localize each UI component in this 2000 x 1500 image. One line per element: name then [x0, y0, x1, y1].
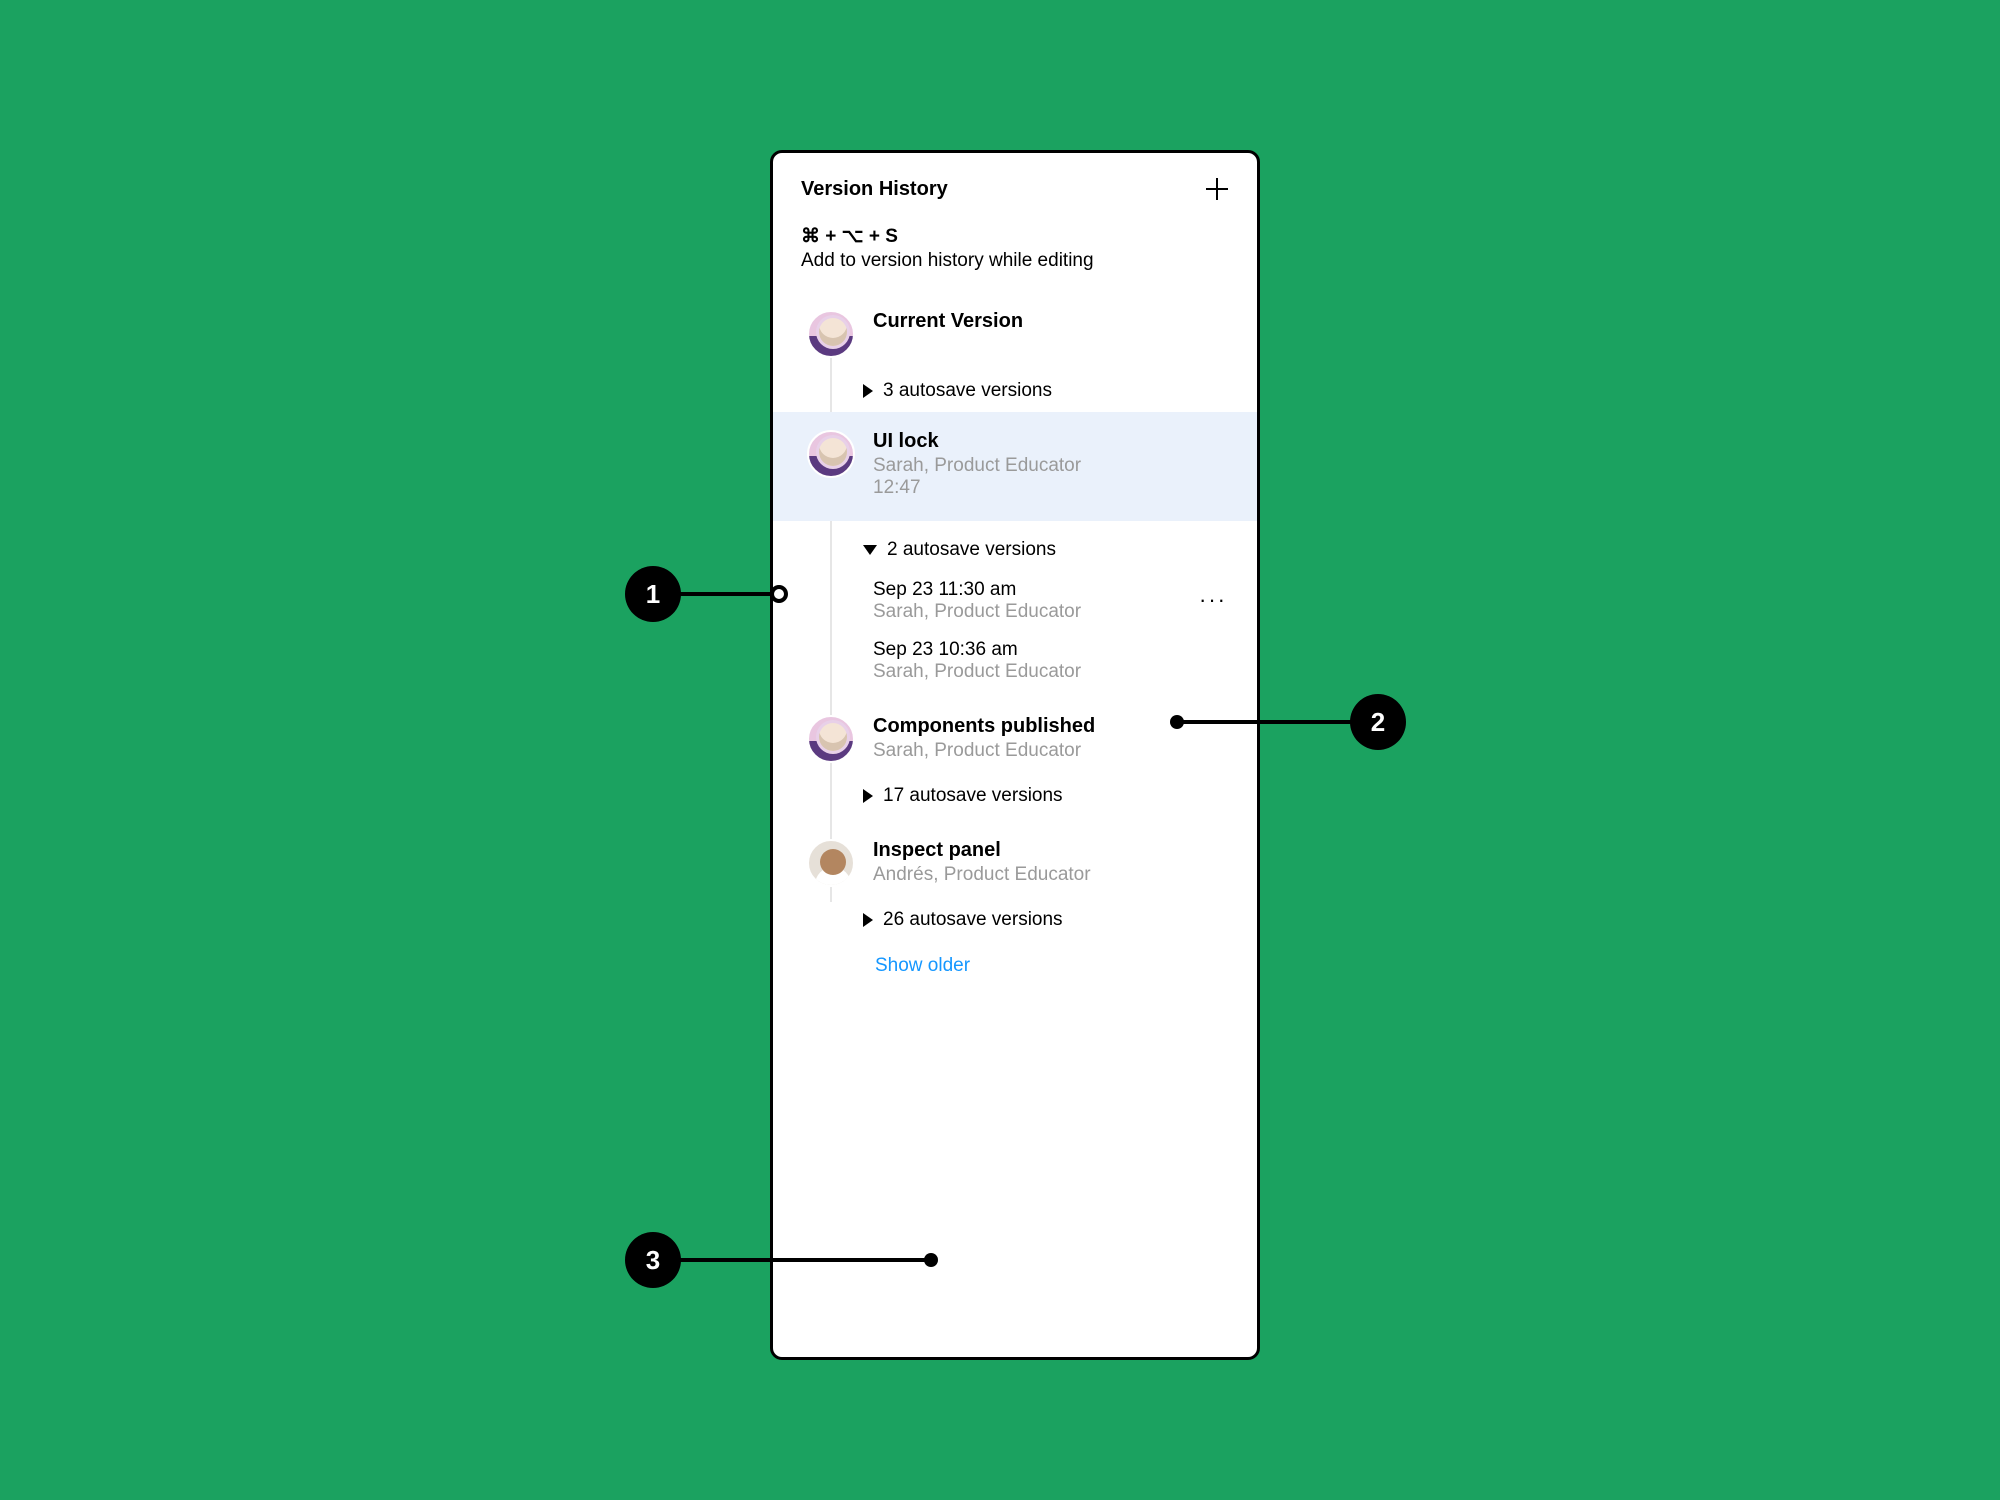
autosave-entry[interactable]: Sep 23 10:36 am Sarah, Product Educator [773, 631, 1257, 691]
panel-header: Version History [773, 153, 1257, 211]
autosave-label: 26 autosave versions [883, 909, 1063, 931]
version-time: 12:47 [873, 477, 1229, 499]
shortcut-keys: ⌘ + ⌥ + S [801, 225, 1229, 248]
avatar [807, 839, 855, 887]
version-history-panel: Version History ⌘ + ⌥ + S Add to version… [770, 150, 1260, 1360]
entry-author: Sarah, Product Educator [873, 661, 1229, 683]
entry-time: Sep 23 10:36 am [873, 639, 1229, 661]
version-author: Sarah, Product Educator [873, 455, 1229, 477]
panel-title: Version History [801, 178, 948, 201]
chevron-down-icon [863, 545, 877, 555]
annotation-badge-1: 1 [625, 566, 681, 622]
avatar [807, 310, 855, 358]
entry-author: Sarah, Product Educator [873, 601, 1229, 623]
annotation-connector-2 [1178, 720, 1354, 724]
annotation-connector-3 [678, 1258, 928, 1262]
annotation-dot-3 [924, 1253, 938, 1267]
autosave-label: 3 autosave versions [883, 380, 1052, 402]
version-title: Inspect panel [873, 839, 1229, 862]
annotation-dot-2 [1170, 715, 1184, 729]
entry-time: Sep 23 11:30 am [873, 579, 1229, 601]
autosave-entry[interactable]: Sep 23 11:30 am Sarah, Product Educator … [773, 571, 1257, 631]
avatar [807, 430, 855, 478]
version-meta: Inspect panel Andrés, Product Educator [873, 839, 1229, 886]
avatar [807, 715, 855, 763]
autosave-toggle-ui-lock[interactable]: 2 autosave versions [773, 521, 1257, 571]
show-older-link[interactable]: Show older [773, 941, 1257, 987]
version-author: Sarah, Product Educator [873, 740, 1229, 762]
version-meta: UI lock Sarah, Product Educator 12:47 [873, 430, 1229, 499]
annotation-dot-1 [770, 585, 788, 603]
chevron-right-icon [863, 789, 873, 803]
annotation-connector-1 [678, 592, 770, 596]
version-item-ui-lock[interactable]: UI lock Sarah, Product Educator 12:47 [773, 412, 1257, 521]
version-item-current[interactable]: Current Version [773, 298, 1257, 370]
entry-overflow-icon[interactable]: ··· [1199, 587, 1227, 613]
annotation-badge-3: 3 [625, 1232, 681, 1288]
shortcut-description: Add to version history while editing [801, 250, 1229, 272]
autosave-label: 17 autosave versions [883, 785, 1063, 807]
version-author: Andrés, Product Educator [873, 864, 1229, 886]
version-timeline: Current Version 3 autosave versions UI l… [773, 292, 1257, 987]
version-meta: Current Version [873, 310, 1229, 333]
add-version-icon[interactable] [1205, 177, 1229, 201]
chevron-right-icon [863, 384, 873, 398]
autosave-toggle-components[interactable]: 17 autosave versions [773, 775, 1257, 817]
autosave-toggle-inspect[interactable]: 26 autosave versions [773, 899, 1257, 941]
version-item-components[interactable]: Components published Sarah, Product Educ… [773, 703, 1257, 775]
shortcut-hint: ⌘ + ⌥ + S Add to version history while e… [773, 211, 1257, 292]
autosave-toggle-current[interactable]: 3 autosave versions [773, 370, 1257, 412]
autosave-label: 2 autosave versions [887, 539, 1056, 561]
version-title: UI lock [873, 430, 1229, 453]
version-title: Current Version [873, 310, 1229, 333]
annotation-badge-2: 2 [1350, 694, 1406, 750]
chevron-right-icon [863, 913, 873, 927]
version-item-inspect[interactable]: Inspect panel Andrés, Product Educator [773, 827, 1257, 899]
